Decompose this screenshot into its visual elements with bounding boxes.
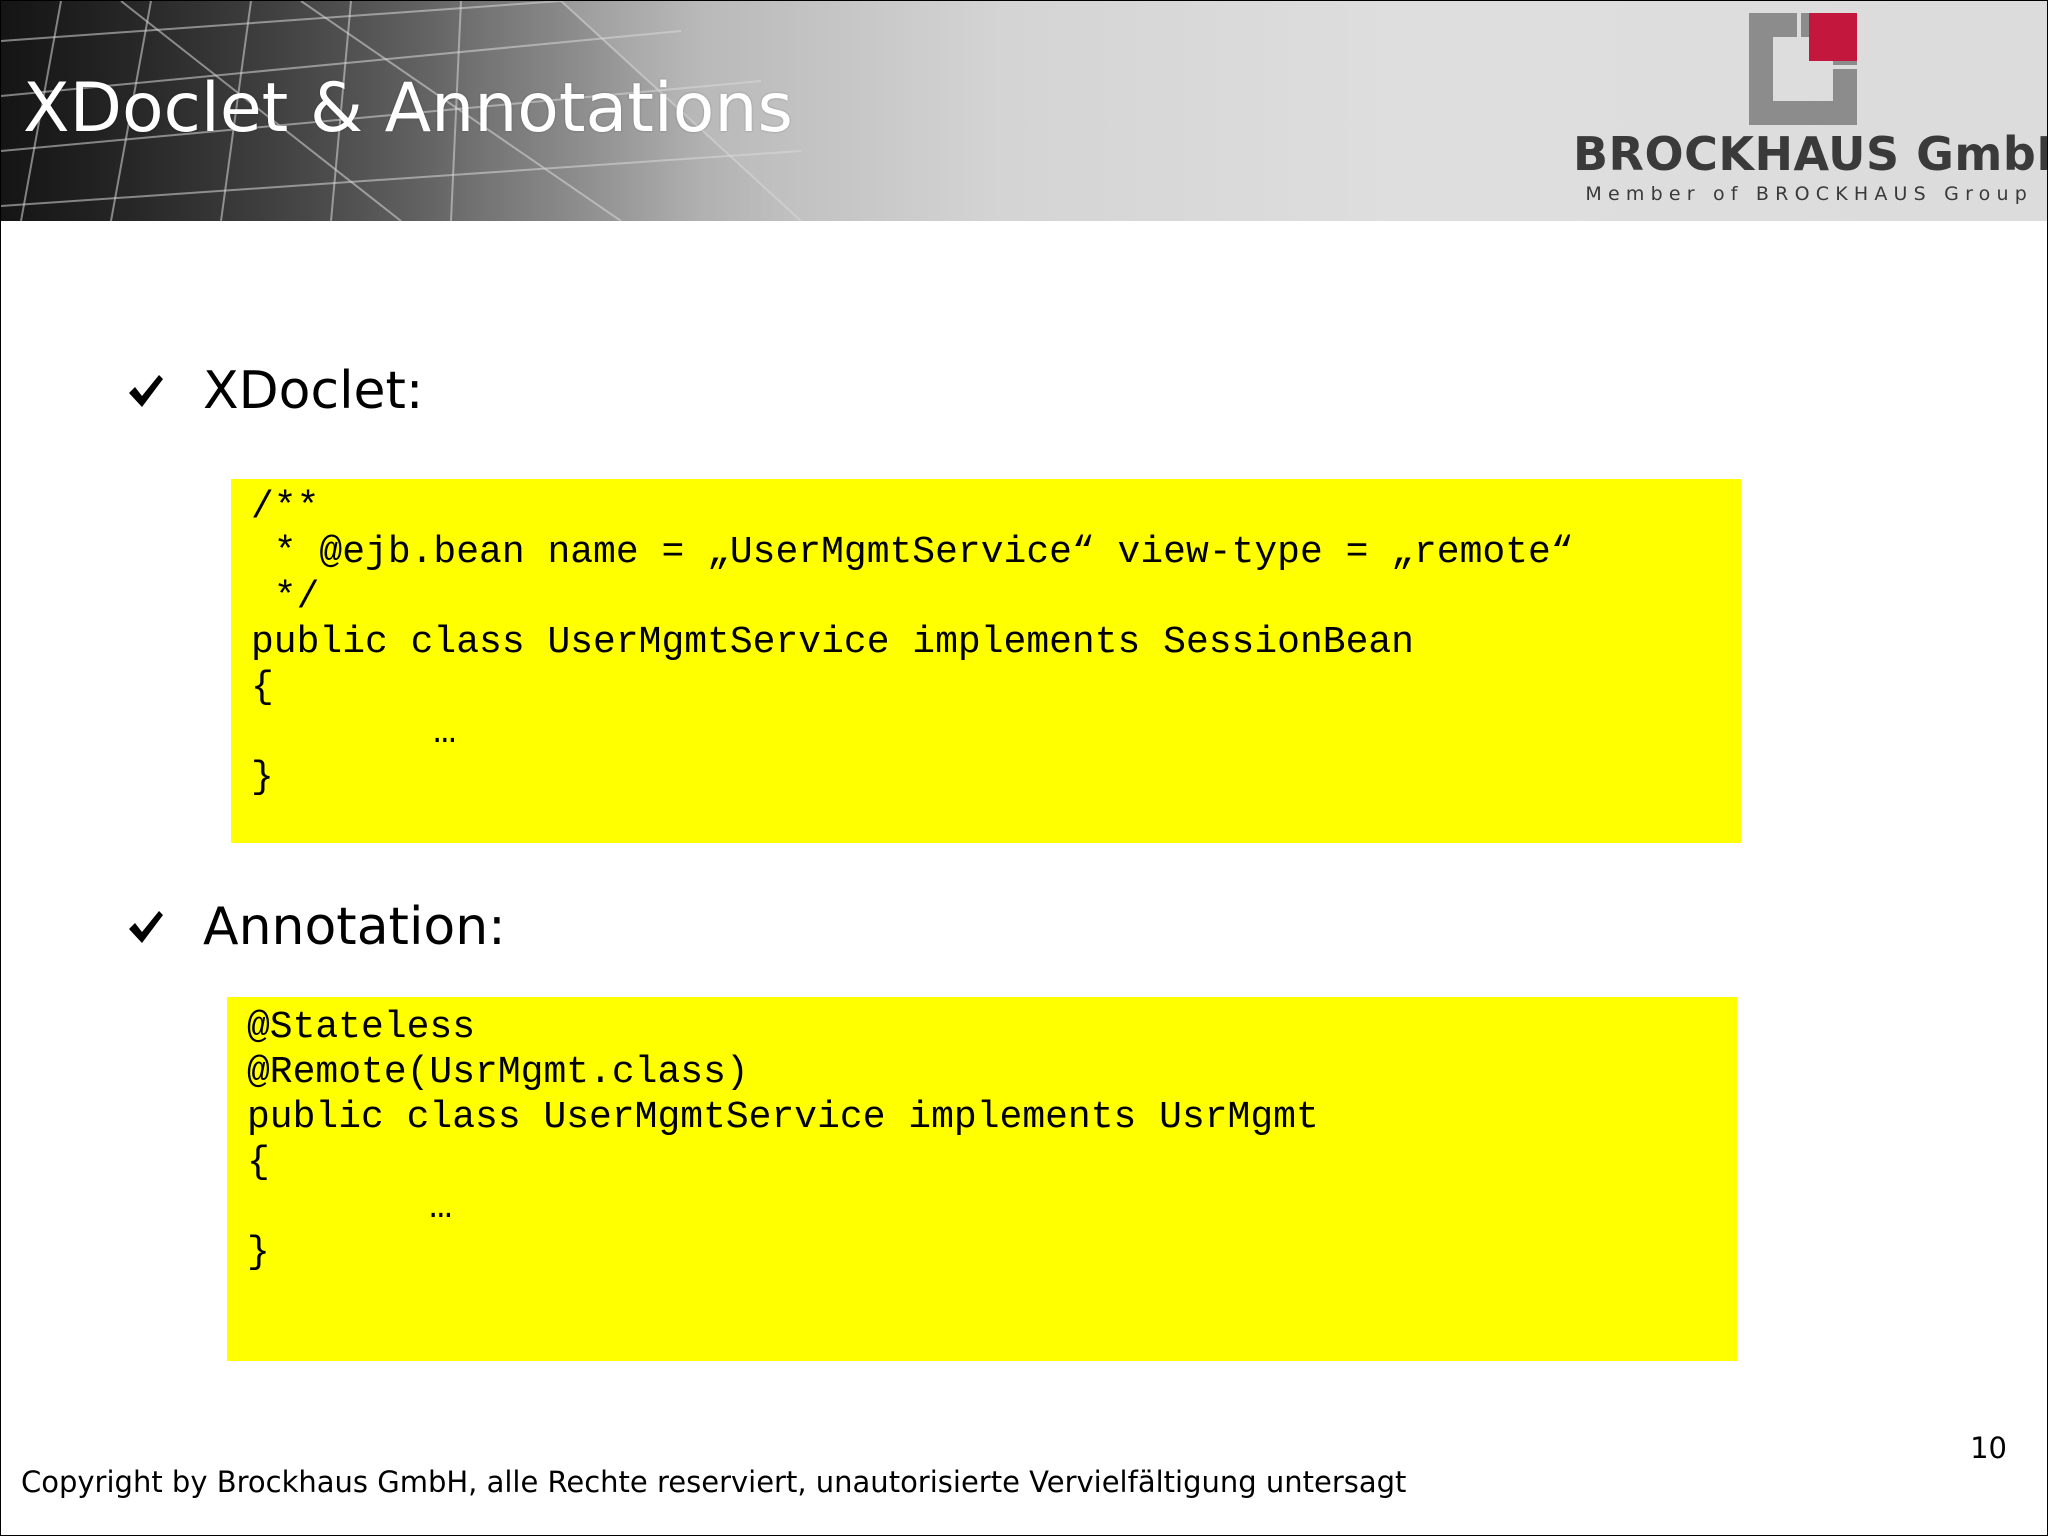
checkmark-icon: [129, 911, 163, 943]
header-banner: XDoclet & Annotations BROCKHAUS GmbH Mem…: [1, 1, 2047, 221]
bullet-annotation: Annotation:: [125, 897, 506, 957]
code-line: /**: [251, 486, 320, 529]
slide: XDoclet & Annotations BROCKHAUS GmbH Mem…: [0, 0, 2048, 1536]
copyright-notice: Copyright by Brockhaus GmbH, alle Rechte…: [21, 1465, 1407, 1499]
bullet-xdoclet: XDoclet:: [125, 361, 423, 421]
code-line: {: [247, 1141, 270, 1184]
code-line: @Stateless: [247, 1006, 476, 1049]
code-line: */: [251, 576, 320, 619]
code-block-annotation: @Stateless @Remote(UsrMgmt.class) public…: [227, 997, 1737, 1361]
code-line: @Remote(UsrMgmt.class): [247, 1051, 749, 1094]
code-line: }: [247, 1231, 270, 1274]
page-number: 10: [1970, 1431, 2007, 1465]
code-line: {: [251, 666, 274, 709]
code-line: }: [251, 756, 274, 799]
checkmark-icon: [129, 375, 163, 407]
bullet-label: Annotation:: [203, 897, 506, 957]
bullet-label: XDoclet:: [203, 361, 424, 421]
slide-title: XDoclet & Annotations: [23, 69, 793, 148]
code-block-xdoclet: /** * @ejb.bean name = „UserMgmtService“…: [231, 479, 1741, 843]
brand-tagline: Member of BROCKHAUS Group: [1585, 183, 2033, 205]
code-line: …: [247, 1186, 453, 1229]
code-line: * @ejb.bean name = „UserMgmtService“ vie…: [251, 531, 1574, 574]
code-line: …: [251, 711, 457, 754]
code-line: public class UserMgmtService implements …: [251, 621, 1414, 664]
code-line: public class UserMgmtService implements …: [247, 1096, 1319, 1139]
brand-name: BROCKHAUS GmbH: [1573, 127, 2047, 181]
brockhaus-logo-icon: [1749, 13, 1857, 125]
